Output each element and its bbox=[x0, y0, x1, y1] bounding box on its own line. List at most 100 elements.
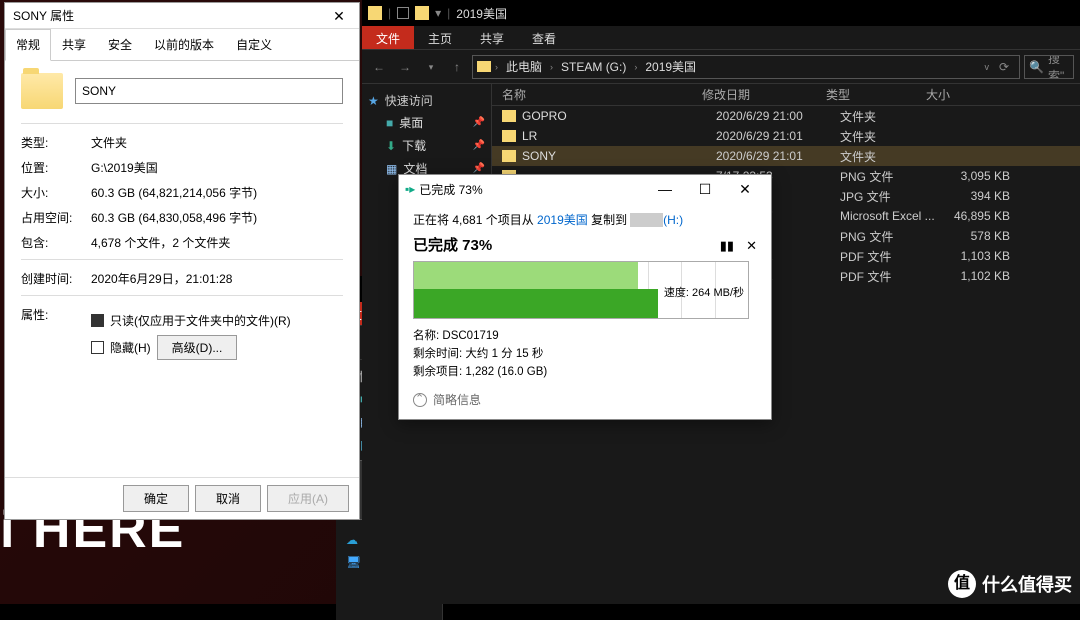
breadcrumb-seg[interactable]: 2019美国 bbox=[641, 56, 700, 77]
value-location: G:\2019美国 bbox=[91, 159, 343, 176]
pin-icon: 📌 bbox=[473, 140, 485, 151]
properties-tabs: 常规 共享 安全 以前的版本 自定义 bbox=[5, 29, 359, 61]
copy-title: 已完成 73% bbox=[415, 181, 645, 198]
table-row[interactable]: GOPRO2020/6/29 21:00文件夹 bbox=[492, 106, 1080, 126]
ribbon-file-tab[interactable]: 文件 bbox=[362, 26, 414, 49]
cancel-copy-button[interactable]: ✕ bbox=[746, 238, 757, 254]
checkbox-icon[interactable] bbox=[397, 7, 409, 19]
forward-button[interactable]: → bbox=[394, 56, 416, 78]
document-icon: ▦ bbox=[386, 162, 397, 176]
search-box[interactable]: 🔍 搜索" bbox=[1024, 55, 1074, 79]
history-dropdown[interactable]: ▾ bbox=[420, 56, 442, 78]
file-size: 578 KB bbox=[940, 229, 1020, 243]
copy-body: 正在将 4,681 个项目从 2019美国 复制到 (H:) 已完成 73% ▮… bbox=[399, 203, 771, 416]
tab-previous[interactable]: 以前的版本 bbox=[143, 29, 225, 60]
value-sizeondisk: 60.3 GB (64,830,058,496 字节) bbox=[91, 209, 343, 226]
chevron-right-icon: › bbox=[550, 62, 553, 72]
advanced-button[interactable]: 高级(D)... bbox=[157, 335, 238, 360]
file-type: 文件夹 bbox=[840, 128, 940, 145]
sidebar-quick-access[interactable]: ★快速访问 bbox=[362, 90, 491, 111]
value-type: 文件夹 bbox=[91, 134, 343, 151]
close-button[interactable]: ✕ bbox=[725, 181, 765, 198]
properties-body: 类型:文件夹 位置:G:\2019美国 大小:60.3 GB (64,821,2… bbox=[5, 61, 359, 386]
close-button[interactable]: ✕ bbox=[319, 3, 359, 29]
file-size: 3,095 KB bbox=[940, 169, 1020, 183]
up-button[interactable]: ↑ bbox=[446, 56, 468, 78]
sidebar-item-desktop[interactable]: ■桌面📌 bbox=[362, 111, 491, 134]
file-type: PNG 文件 bbox=[840, 228, 940, 245]
file-date: 2020/6/29 21:00 bbox=[716, 109, 840, 123]
value-size: 60.3 GB (64,821,214,056 字节) bbox=[91, 184, 343, 201]
properties-dialog: SONY 属性 ✕ 常规 共享 安全 以前的版本 自定义 类型:文件夹 位置:G… bbox=[4, 2, 360, 520]
brief-info-toggle[interactable]: 简略信息 bbox=[413, 391, 757, 408]
window-title: 2019美国 bbox=[456, 5, 507, 22]
address-bar[interactable]: › 此电脑 › STEAM (G:) › 2019美国 v ⟳ bbox=[472, 55, 1020, 79]
copy-speed: 速度: 264 MB/秒 bbox=[664, 284, 744, 300]
file-type: PDF 文件 bbox=[840, 268, 940, 285]
hidden-checkbox[interactable] bbox=[91, 341, 104, 354]
copy-dest bbox=[630, 213, 663, 227]
folder-icon bbox=[21, 73, 63, 109]
watermark-badge-icon: 值 bbox=[948, 570, 976, 598]
table-row[interactable]: SONY2020/6/29 21:01文件夹 bbox=[492, 146, 1080, 166]
folder-icon bbox=[415, 6, 429, 20]
copy-progress-dialog: ▪▸ 已完成 73% — ☐ ✕ 正在将 4,681 个项目从 2019美国 复… bbox=[398, 174, 772, 420]
label-contains: 包含: bbox=[21, 234, 91, 251]
pin-icon: 📌 bbox=[473, 163, 485, 174]
pin-icon: 📌 bbox=[473, 117, 485, 128]
chevron-right-icon: › bbox=[495, 62, 498, 72]
ribbon-home-tab[interactable]: 主页 bbox=[414, 26, 466, 49]
tab-sharing[interactable]: 共享 bbox=[51, 29, 97, 60]
sidebar-item-downloads[interactable]: ⬇下载📌 bbox=[362, 134, 491, 157]
chevron-down-icon[interactable]: v bbox=[984, 62, 989, 72]
col-name[interactable]: 名称 bbox=[492, 86, 702, 103]
copy-titlebar[interactable]: ▪▸ 已完成 73% — ☐ ✕ bbox=[399, 175, 771, 203]
download-icon: ⬇ bbox=[386, 139, 396, 153]
label-type: 类型: bbox=[21, 134, 91, 151]
col-size[interactable]: 大小 bbox=[926, 86, 1006, 103]
minimize-button[interactable]: — bbox=[645, 181, 685, 197]
table-row[interactable]: LR2020/6/29 21:01文件夹 bbox=[492, 126, 1080, 146]
copy-details: 名称: DSC01719 剩余时间: 大约 1 分 15 秒 剩余项目: 1,2… bbox=[413, 327, 757, 381]
back-button[interactable]: ← bbox=[368, 56, 390, 78]
file-type: PNG 文件 bbox=[840, 168, 940, 185]
file-size: 46,895 KB bbox=[940, 209, 1020, 223]
copy-dest-link[interactable]: (H:) bbox=[663, 213, 683, 227]
file-name: LR bbox=[522, 129, 716, 143]
file-type: JPG 文件 bbox=[840, 188, 940, 205]
tab-general[interactable]: 常规 bbox=[5, 29, 51, 61]
apply-button[interactable]: 应用(A) bbox=[267, 485, 349, 512]
cancel-button[interactable]: 取消 bbox=[195, 485, 261, 512]
readonly-checkbox[interactable] bbox=[91, 314, 104, 327]
ok-button[interactable]: 确定 bbox=[123, 485, 189, 512]
breadcrumb-seg[interactable]: STEAM (G:) bbox=[557, 58, 630, 76]
label-created: 创建时间: bbox=[21, 270, 91, 287]
search-icon: 🔍 bbox=[1029, 60, 1044, 74]
tab-security[interactable]: 安全 bbox=[97, 29, 143, 60]
ribbon-view-tab[interactable]: 查看 bbox=[518, 26, 570, 49]
folder-name-input[interactable] bbox=[75, 78, 343, 104]
refresh-icon[interactable]: ⟳ bbox=[993, 60, 1015, 74]
file-size: 1,103 KB bbox=[940, 249, 1020, 263]
copy-items-remaining: 1,282 (16.0 GB) bbox=[465, 366, 547, 378]
copy-percent: 已完成 73% bbox=[413, 234, 492, 255]
ribbon-share-tab[interactable]: 共享 bbox=[466, 26, 518, 49]
col-type[interactable]: 类型 bbox=[826, 86, 926, 103]
maximize-button[interactable]: ☐ bbox=[685, 181, 725, 198]
pause-button[interactable]: ▮▮ bbox=[720, 238, 734, 254]
tab-customize[interactable]: 自定义 bbox=[225, 29, 283, 60]
explorer-titlebar[interactable]: | ▾ | 2019美国 bbox=[362, 0, 1080, 26]
star-icon: ★ bbox=[368, 94, 379, 108]
copy-current-file: DSC01719 bbox=[442, 330, 498, 342]
properties-titlebar[interactable]: SONY 属性 ✕ bbox=[5, 3, 359, 29]
copy-source-link[interactable]: 2019美国 bbox=[537, 213, 588, 227]
file-type: PDF 文件 bbox=[840, 248, 940, 265]
value-created: 2020年6月29日，21:01:28 bbox=[91, 270, 343, 287]
breadcrumb-seg[interactable]: 此电脑 bbox=[502, 56, 546, 77]
col-date[interactable]: 修改日期 bbox=[702, 86, 826, 103]
watermark-text: 什么值得买 bbox=[982, 571, 1072, 597]
label-size: 大小: bbox=[21, 184, 91, 201]
file-size: 394 KB bbox=[940, 189, 1020, 203]
folder-icon bbox=[502, 150, 516, 162]
chevron-right-icon: › bbox=[634, 62, 637, 72]
